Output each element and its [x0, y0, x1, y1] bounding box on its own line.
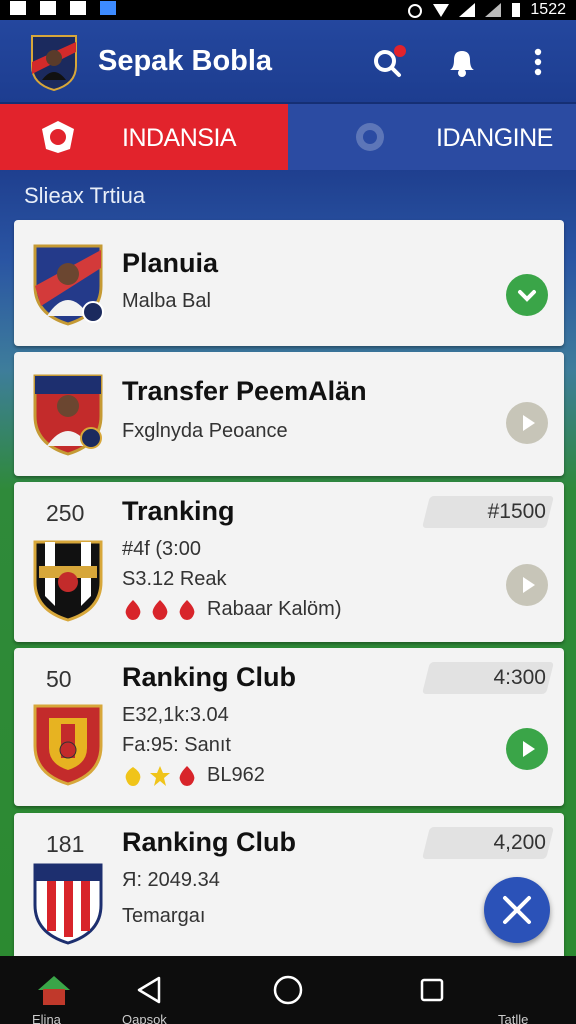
tab-bar: INDANSIA IDANGINE — [0, 104, 576, 170]
card-stat: S3.12 Reak — [122, 568, 227, 590]
player-crest — [33, 244, 104, 326]
system-nav-bar: Elina Qapsok Tatlle — [0, 956, 576, 1024]
nav-back[interactable] — [130, 970, 170, 1010]
card-stat: #4f (3:00 — [122, 538, 201, 560]
close-fab-button[interactable] — [484, 877, 550, 943]
search-button[interactable] — [370, 44, 406, 80]
signal-icon — [485, 3, 502, 17]
list-item[interactable]: Transfer PeemAlän Fxglnyda Peoance — [14, 352, 564, 476]
home-icon — [38, 976, 70, 1005]
alarm-icon — [408, 4, 423, 18]
play-icon — [523, 741, 535, 757]
card-stat: Temargaı — [122, 905, 206, 927]
card-subtitle: Fxglnyda Peoance — [122, 420, 288, 442]
circle-icon — [273, 975, 303, 1005]
tab-indansia[interactable]: INDANSIA — [0, 104, 288, 170]
club-crest — [33, 863, 103, 945]
club-logo[interactable] — [28, 32, 80, 92]
app-notification-icon — [100, 1, 116, 15]
badge-text: Rabaar Kalöm) — [207, 598, 342, 620]
play-icon — [523, 415, 535, 431]
battery-icon — [512, 3, 521, 17]
score-value: #1500 — [487, 500, 546, 523]
more-button[interactable] — [520, 44, 556, 80]
app-bar: Sepak Bobla — [0, 20, 576, 104]
list-item[interactable]: 181 4,200 Ranking Club Я: 2049.34 Temarg… — [14, 813, 564, 956]
notification-icon — [40, 1, 56, 15]
nav-recents[interactable] — [412, 970, 452, 1010]
card-subtitle: Malba Bal — [122, 290, 211, 312]
rank-number: 50 — [46, 666, 72, 692]
club-crest — [33, 704, 103, 786]
list-item[interactable]: Planuia Malba Bal — [14, 220, 564, 346]
card-badges: Rabaar Kalöm) — [122, 598, 342, 621]
card-stat: Я: 2049.34 — [122, 869, 220, 891]
crest-icon — [42, 121, 74, 153]
play-button[interactable] — [506, 402, 548, 444]
play-button[interactable] — [506, 564, 548, 606]
nav-home[interactable] — [34, 970, 74, 1010]
status-indicators: 1522 — [406, 1, 566, 19]
player-crest — [33, 374, 103, 456]
trophy-icon — [125, 766, 141, 786]
card-title: Transfer PeemAlän — [122, 376, 367, 406]
play-button[interactable] — [506, 728, 548, 770]
card-stat: Ε32,1k:3.04 — [122, 704, 229, 726]
play-button[interactable] — [506, 274, 548, 316]
card-title: Tranking — [122, 496, 235, 526]
flame-icon — [152, 599, 168, 620]
card-title: Ranking Club — [122, 827, 296, 857]
nav-label: Elina — [32, 1012, 61, 1024]
score-value: 4:300 — [493, 666, 546, 689]
nav-label: Qapsok — [122, 1012, 167, 1024]
flame-icon — [179, 765, 195, 786]
notification-icon — [10, 1, 26, 15]
notification-icon — [450, 51, 474, 77]
card-title: Ranking Club — [122, 662, 296, 692]
badge-text: BL962 — [207, 764, 265, 786]
nav-label: Tatlle — [498, 1012, 529, 1024]
play-icon — [523, 577, 535, 593]
rank-number: 181 — [46, 831, 85, 857]
flame-icon — [125, 599, 141, 620]
notification-icon — [70, 1, 86, 15]
nav-home-circle[interactable] — [268, 970, 308, 1010]
chevron-down-icon — [518, 290, 536, 302]
back-icon — [137, 976, 161, 1004]
tab-label: IDANGINE — [436, 124, 553, 152]
notification-button[interactable] — [444, 44, 480, 80]
wifi-icon — [433, 4, 450, 17]
card-stat: Fa:95: Sanıt — [122, 734, 231, 756]
card-title: Planuia — [122, 248, 219, 278]
list-item[interactable]: 250 #1500 Tranking #4f (3:00 S3.12 Reak … — [14, 482, 564, 642]
tab-idangine[interactable]: IDANGINE — [288, 104, 576, 170]
content-area: Slieax Trtiua Planuia Malba Bal Transfer… — [0, 170, 576, 956]
search-icon — [374, 45, 406, 77]
more-icon — [534, 48, 542, 76]
status-notifications — [10, 1, 116, 15]
tab-label: INDANSIA — [122, 124, 237, 152]
ball-icon — [356, 123, 384, 151]
square-icon — [420, 978, 444, 1002]
club-crest — [33, 540, 103, 622]
app-title: Sepak Bobla — [98, 45, 273, 77]
signal-icon — [459, 3, 476, 17]
list-item[interactable]: 50 4:300 Ranking Club Ε32,1k:3.04 Fa:95:… — [14, 648, 564, 806]
star-icon — [150, 765, 170, 786]
status-time: 1522 — [530, 1, 566, 18]
rank-number: 250 — [46, 500, 85, 526]
score-value: 4,200 — [493, 831, 546, 854]
card-badges: BL962 — [122, 764, 265, 787]
section-title: Slieax Trtiua — [24, 183, 146, 208]
flame-icon — [179, 599, 195, 620]
status-bar: 1522 — [0, 0, 576, 20]
close-icon — [503, 896, 531, 924]
